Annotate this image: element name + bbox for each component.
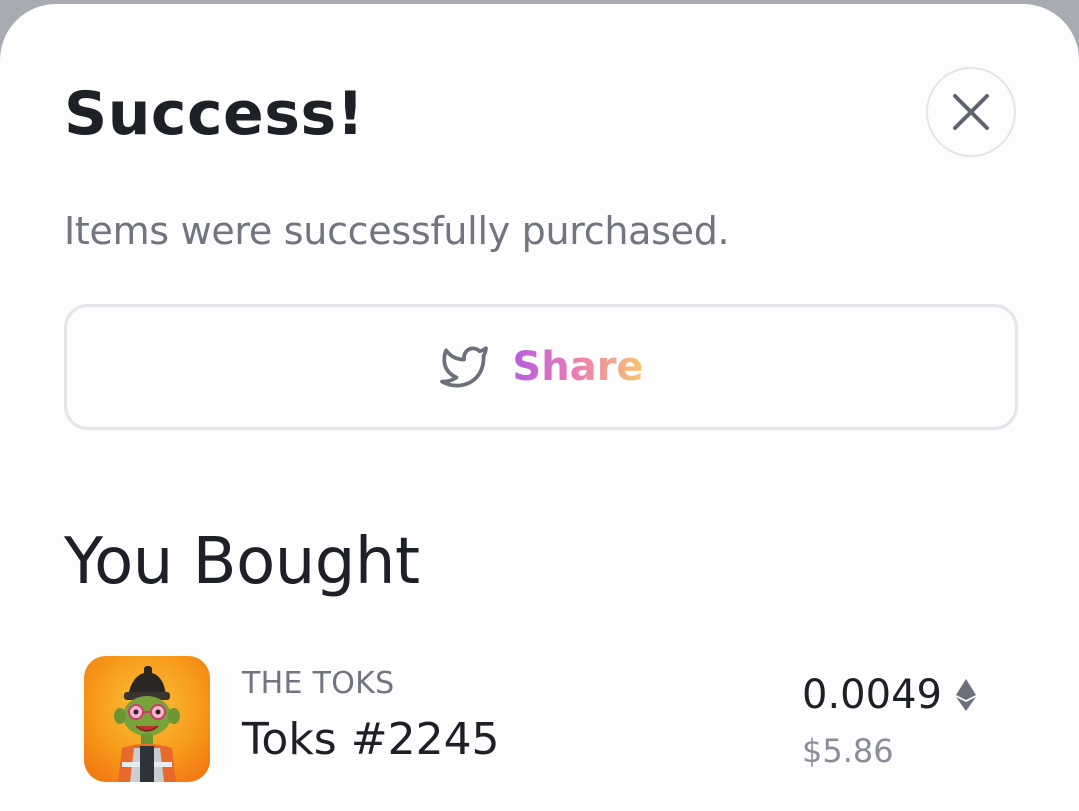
price-eth-value: 0.0049 — [802, 672, 942, 718]
purchased-item-row[interactable]: THE TOKS Toks #2245 0.0049 $5.86 — [84, 654, 1004, 784]
collection-name: THE TOKS — [242, 666, 395, 701]
nft-character-image — [114, 666, 180, 782]
item-name: Toks #2245 — [242, 714, 500, 765]
share-label: Share — [512, 344, 644, 390]
twitter-bird-icon — [440, 346, 489, 388]
modal-title: Success! — [64, 79, 365, 149]
share-button[interactable]: Share — [64, 304, 1018, 430]
success-modal: Success! Items were successfully purchas… — [0, 4, 1079, 811]
close-button[interactable] — [926, 67, 1016, 157]
price-eth: 0.0049 — [802, 668, 976, 722]
price-usd: $5.86 — [802, 732, 894, 770]
ethereum-icon — [955, 679, 976, 711]
you-bought-heading: You Bought — [64, 525, 420, 599]
nft-thumbnail — [84, 656, 210, 782]
close-icon — [953, 94, 989, 130]
modal-subtitle: Items were successfully purchased. — [64, 209, 730, 253]
